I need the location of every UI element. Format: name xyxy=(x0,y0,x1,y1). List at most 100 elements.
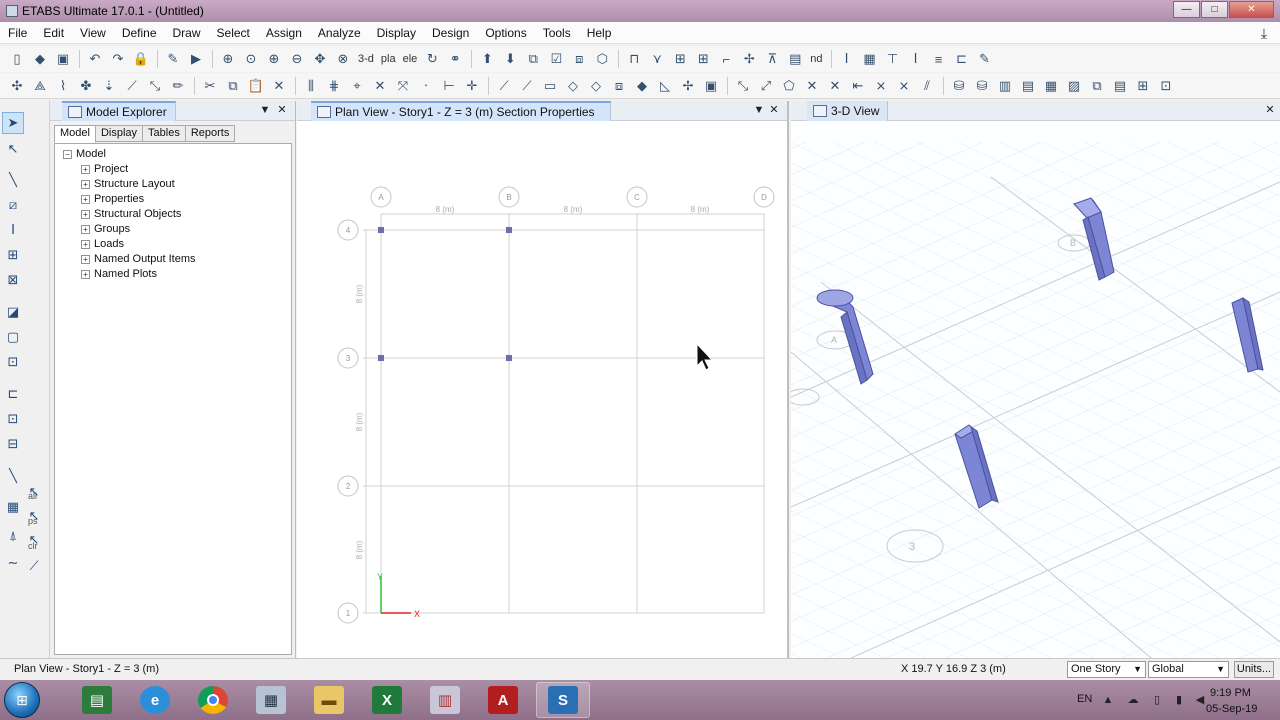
menu-file[interactable]: File xyxy=(0,26,35,40)
tray-arrow-icon[interactable]: ▲ xyxy=(1101,694,1115,706)
nd-button[interactable]: nd xyxy=(807,49,825,69)
draw-opening-icon[interactable]: ◇ xyxy=(585,76,607,96)
design-wall-icon[interactable]: ▦ xyxy=(1040,76,1062,96)
reshape-icon[interactable]: ↖ xyxy=(2,138,24,160)
chrome-icon[interactable] xyxy=(186,682,240,718)
download-icon[interactable]: ⤓ xyxy=(1256,25,1272,41)
redo-icon[interactable]: ↷ xyxy=(107,49,129,69)
draw-brace-icon[interactable]: ✕ xyxy=(369,76,391,96)
menu-help[interactable]: Help xyxy=(579,26,620,40)
expand-icon[interactable]: + xyxy=(81,194,90,204)
plan-view-button[interactable]: pla xyxy=(378,49,399,69)
etabs-icon[interactable]: ▥ xyxy=(418,682,472,718)
tab-display[interactable]: Display xyxy=(94,125,144,142)
start-button[interactable]: ⊞ xyxy=(4,682,40,718)
draw-link-tool-icon[interactable]: ╲ xyxy=(2,465,24,487)
draw-dimension-icon[interactable]: ✢ xyxy=(677,76,699,96)
model-explorer-tab[interactable]: Model Explorer xyxy=(62,100,176,121)
new-model-icon[interactable]: ▯ xyxy=(6,49,28,69)
draw-wall-icon[interactable]: ⧈ xyxy=(608,76,630,96)
menu-draw[interactable]: Draw xyxy=(165,26,209,40)
autocad-icon[interactable]: A xyxy=(476,682,530,718)
column-a4[interactable] xyxy=(378,227,384,233)
column-a3[interactable] xyxy=(378,355,384,361)
column-b3[interactable] xyxy=(506,355,512,361)
expand-icon[interactable]: + xyxy=(81,254,90,264)
zoom-out-icon[interactable]: ⊖ xyxy=(286,49,308,69)
table-icon[interactable]: ▦ xyxy=(859,49,881,69)
dropdown-arrow-icon[interactable]: ▼ xyxy=(752,103,766,117)
draw-wall-stack-icon[interactable]: ⊟ xyxy=(2,433,24,455)
expand-icon[interactable]: + xyxy=(81,224,90,234)
draw-polyline-icon[interactable]: ⟋ xyxy=(516,76,538,96)
assign-restraint-icon[interactable]: ⟁ xyxy=(29,76,51,96)
draw-cross-icon[interactable]: ⤧ xyxy=(392,76,414,96)
assign-frame-icon[interactable]: ⟋ xyxy=(121,76,143,96)
move-up-icon[interactable]: ⬆ xyxy=(476,49,498,69)
dropdown-arrow-icon[interactable]: ▼ xyxy=(258,103,272,117)
expand-icon[interactable]: + xyxy=(81,239,90,249)
draw-rect-icon[interactable]: ▭ xyxy=(539,76,561,96)
assign-load-icon[interactable]: ⇣ xyxy=(98,76,120,96)
menu-display[interactable]: Display xyxy=(369,26,424,40)
draw-tendon-icon[interactable]: ∼ xyxy=(2,552,24,574)
select-all-icon[interactable]: ⤡ xyxy=(732,76,754,96)
lock-icon[interactable]: 🔒 xyxy=(130,49,152,69)
plan-canvas[interactable]: A B C D 4 3 2 1 8 (m) 8 (m) 8 (m) 8 (m) … xyxy=(297,122,787,658)
section-cut-icon[interactable]: ⟋ xyxy=(26,555,42,577)
shape-icon[interactable]: ⊏ xyxy=(951,49,973,69)
select-all-icon-left[interactable]: ↖ xyxy=(26,481,42,503)
draw-point-icon[interactable]: ⋅ xyxy=(415,76,437,96)
tree-item-loads[interactable]: + Loads xyxy=(81,237,124,251)
tab-reports[interactable]: Reports xyxy=(184,125,236,142)
frame-icon[interactable]: ⊓ xyxy=(623,49,645,69)
assign-mass-icon[interactable]: ✤ xyxy=(75,76,97,96)
design-slab-icon[interactable]: ▨ xyxy=(1063,76,1085,96)
stair-icon[interactable]: ⌐ xyxy=(715,49,737,69)
building-view-icon[interactable]: ⧈ xyxy=(568,49,590,69)
column-b4[interactable] xyxy=(506,227,512,233)
panel-close-icon[interactable]: ✕ xyxy=(1263,103,1277,117)
expand-icon[interactable]: + xyxy=(81,164,90,174)
draw-ramp-icon[interactable]: ◺ xyxy=(654,76,676,96)
pointer-select-icon[interactable]: ➤ xyxy=(2,112,24,134)
expand-icon[interactable]: + xyxy=(81,209,90,219)
panel-close-icon[interactable]: ✕ xyxy=(275,103,289,117)
perspective-icon[interactable]: ⚭ xyxy=(444,49,466,69)
3d-view-tab[interactable]: 3-D View xyxy=(807,101,889,121)
object-shrink-icon[interactable]: ⧉ xyxy=(522,49,544,69)
draw-secondary-beam-icon[interactable]: ⊞ xyxy=(2,244,24,266)
safe-icon[interactable]: S xyxy=(536,682,590,718)
menu-edit[interactable]: Edit xyxy=(35,26,72,40)
draw-quick-floor-icon[interactable]: ⊡ xyxy=(2,351,24,373)
draw-dimension-tool-icon[interactable]: ⍋ xyxy=(2,525,24,547)
save-icon[interactable]: ▣ xyxy=(52,49,74,69)
area-icon[interactable]: ▤ xyxy=(784,49,806,69)
draw-column-tool-icon[interactable]: Ⅰ xyxy=(2,219,24,241)
language-indicator[interactable]: EN xyxy=(1077,693,1092,705)
copy-icon[interactable]: ⧉ xyxy=(222,76,244,96)
draw-opening-tool-icon[interactable]: ⊡ xyxy=(2,408,24,430)
clock-time[interactable]: 9:19 PM xyxy=(1210,687,1251,699)
assign-spring-icon[interactable]: ⌇ xyxy=(52,76,74,96)
coordinate-system-select[interactable]: Global ▼ xyxy=(1148,661,1229,678)
draw-link-icon[interactable]: ✛ xyxy=(461,76,483,96)
internet-explorer-icon[interactable]: e xyxy=(128,682,182,718)
pencil-icon[interactable]: ✎ xyxy=(162,49,184,69)
expand-icon[interactable]: + xyxy=(81,179,90,189)
draw-brace-tool-icon[interactable]: ⊠ xyxy=(2,269,24,291)
wall-icon[interactable]: ⊞ xyxy=(669,49,691,69)
draw-beam-tool-icon[interactable]: ⧄ xyxy=(2,194,24,216)
beam-section-icon[interactable]: ⊤ xyxy=(882,49,904,69)
3d-canvas[interactable]: A B 3 xyxy=(791,122,1280,658)
tab-tables[interactable]: Tables xyxy=(142,125,186,142)
plan-view-tab[interactable]: Plan View - Story1 - Z = 3 (m) Section P… xyxy=(311,100,611,121)
tree-item-structural-objects[interactable]: + Structural Objects xyxy=(81,207,181,221)
excel-icon[interactable]: X xyxy=(360,682,414,718)
delete-icon[interactable]: ✕ xyxy=(268,76,290,96)
draw-frame-icon[interactable]: ╲ xyxy=(2,169,24,191)
select-prev-icon[interactable]: ⇤ xyxy=(847,76,869,96)
menu-define[interactable]: Define xyxy=(114,26,165,40)
tree-item-groups[interactable]: + Groups xyxy=(81,222,130,236)
tree-item-named-output-items[interactable]: + Named Output Items xyxy=(81,252,196,266)
